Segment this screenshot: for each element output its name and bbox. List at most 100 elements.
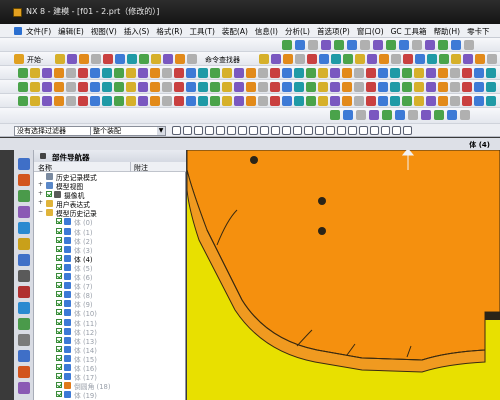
- toolbar-button-icon[interactable]: [18, 82, 28, 92]
- expand-toggle-icon[interactable]: [48, 264, 54, 270]
- toolbar-button-icon[interactable]: [414, 96, 424, 106]
- toolbar-button-icon[interactable]: [115, 54, 125, 64]
- toolbar-button-icon[interactable]: [334, 40, 344, 50]
- toolbar-button-icon[interactable]: [425, 40, 435, 50]
- expand-toggle-icon[interactable]: −: [38, 209, 44, 215]
- expand-toggle-icon[interactable]: [48, 309, 54, 315]
- expand-toggle-icon[interactable]: +: [38, 191, 44, 197]
- resource-tab-icon[interactable]: [18, 158, 30, 170]
- toolbar-button-icon[interactable]: [282, 40, 292, 50]
- pin-icon[interactable]: [40, 153, 46, 159]
- toolbar-button-icon[interactable]: [447, 110, 457, 120]
- toolbar-button-icon[interactable]: [438, 82, 448, 92]
- toolbar-button-icon[interactable]: [438, 68, 448, 78]
- toolbar-button-icon[interactable]: [306, 96, 316, 106]
- toolbar-button-icon[interactable]: [331, 54, 341, 64]
- toolbar-button-icon[interactable]: [318, 68, 328, 78]
- toolbar-button-icon[interactable]: [258, 68, 268, 78]
- toolbar-button-icon[interactable]: [486, 82, 496, 92]
- toolbar-button-icon[interactable]: [382, 110, 392, 120]
- toolbar-button-icon[interactable]: [42, 96, 52, 106]
- snap-point-icon[interactable]: [282, 126, 291, 135]
- toolbar-button-icon[interactable]: [390, 68, 400, 78]
- snap-point-icon[interactable]: [260, 126, 269, 135]
- visibility-checkbox[interactable]: [56, 218, 62, 225]
- toolbar-button-icon[interactable]: [103, 54, 113, 64]
- expand-toggle-icon[interactable]: [48, 337, 54, 343]
- menu-item[interactable]: 工具(T): [189, 26, 214, 37]
- navigator-row[interactable]: 历史记录模式: [34, 172, 186, 182]
- toolbar-button-icon[interactable]: [282, 82, 292, 92]
- snap-point-icon[interactable]: [326, 126, 335, 135]
- toolbar-button-icon[interactable]: [30, 68, 40, 78]
- toolbar-button-icon[interactable]: [18, 68, 28, 78]
- toolbar-button-icon[interactable]: [474, 82, 484, 92]
- toolbar-button-icon[interactable]: [356, 110, 366, 120]
- toolbar-button-icon[interactable]: [475, 54, 485, 64]
- toolbar-button-icon[interactable]: [378, 68, 388, 78]
- resource-tab-icon[interactable]: [18, 366, 30, 378]
- toolbar-button-icon[interactable]: [42, 82, 52, 92]
- snap-point-icon[interactable]: [392, 126, 401, 135]
- toolbar-button-icon[interactable]: [210, 96, 220, 106]
- navigator-row[interactable]: 体 (8): [34, 290, 186, 300]
- toolbar-button-icon[interactable]: [246, 68, 256, 78]
- snap-point-icon[interactable]: [403, 126, 412, 135]
- expand-toggle-icon[interactable]: [48, 373, 54, 379]
- toolbar-button-icon[interactable]: [438, 40, 448, 50]
- toolbar-button-icon[interactable]: [102, 82, 112, 92]
- toolbar-button-icon[interactable]: [399, 40, 409, 50]
- expand-toggle-icon[interactable]: +: [38, 182, 44, 188]
- visibility-checkbox[interactable]: [56, 363, 62, 370]
- toolbar-button-icon[interactable]: [150, 82, 160, 92]
- toolbar-button-icon[interactable]: [462, 96, 472, 106]
- visibility-checkbox[interactable]: [56, 236, 62, 243]
- toolbar-button-icon[interactable]: [138, 82, 148, 92]
- snap-point-icon[interactable]: [183, 126, 192, 135]
- toolbar-button-icon[interactable]: [138, 68, 148, 78]
- snap-point-icon[interactable]: [227, 126, 236, 135]
- toolbar-button-icon[interactable]: [367, 54, 377, 64]
- resource-tab-icon[interactable]: [18, 254, 30, 266]
- toolbar-button-icon[interactable]: [460, 110, 470, 120]
- expand-toggle-icon[interactable]: [48, 346, 54, 352]
- toolbar-button-icon[interactable]: [427, 54, 437, 64]
- navigator-row[interactable]: 体 (13): [34, 336, 186, 346]
- toolbar-button-icon[interactable]: [66, 82, 76, 92]
- toolbar-button-icon[interactable]: [414, 68, 424, 78]
- start-icon[interactable]: [14, 54, 24, 64]
- toolbar-button-icon[interactable]: [386, 40, 396, 50]
- toolbar-button-icon[interactable]: [186, 96, 196, 106]
- toolbar-button-icon[interactable]: [126, 82, 136, 92]
- visibility-checkbox[interactable]: [56, 391, 62, 398]
- snap-point-icon[interactable]: [359, 126, 368, 135]
- resource-tab-icon[interactable]: [18, 334, 30, 346]
- resource-tab-icon[interactable]: [18, 286, 30, 298]
- expand-toggle-icon[interactable]: [48, 328, 54, 334]
- navigator-row[interactable]: 体 (14): [34, 345, 186, 355]
- toolbar-button-icon[interactable]: [174, 96, 184, 106]
- expand-toggle-icon[interactable]: [48, 237, 54, 243]
- visibility-checkbox[interactable]: [56, 318, 62, 325]
- visibility-checkbox[interactable]: [56, 354, 62, 361]
- toolbar-button-icon[interactable]: [343, 110, 353, 120]
- snap-point-icon[interactable]: [337, 126, 346, 135]
- navigator-row[interactable]: 体 (19): [34, 390, 186, 400]
- snap-point-icon[interactable]: [304, 126, 313, 135]
- toolbar-button-icon[interactable]: [426, 96, 436, 106]
- resource-tab-icon[interactable]: [18, 206, 30, 218]
- toolbar-button-icon[interactable]: [294, 82, 304, 92]
- navigator-row[interactable]: 体 (0): [34, 217, 186, 227]
- toolbar-button-icon[interactable]: [114, 82, 124, 92]
- toolbar-button-icon[interactable]: [126, 96, 136, 106]
- toolbar-button-icon[interactable]: [283, 54, 293, 64]
- toolbar-button-icon[interactable]: [198, 68, 208, 78]
- toolbar-button-icon[interactable]: [474, 96, 484, 106]
- toolbar-button-icon[interactable]: [342, 68, 352, 78]
- expand-toggle-icon[interactable]: +: [38, 200, 44, 206]
- menu-item[interactable]: 文件(F): [26, 26, 51, 37]
- toolbar-button-icon[interactable]: [390, 82, 400, 92]
- visibility-checkbox[interactable]: [56, 373, 62, 380]
- expand-toggle-icon[interactable]: [48, 246, 54, 252]
- toolbar-button-icon[interactable]: [343, 54, 353, 64]
